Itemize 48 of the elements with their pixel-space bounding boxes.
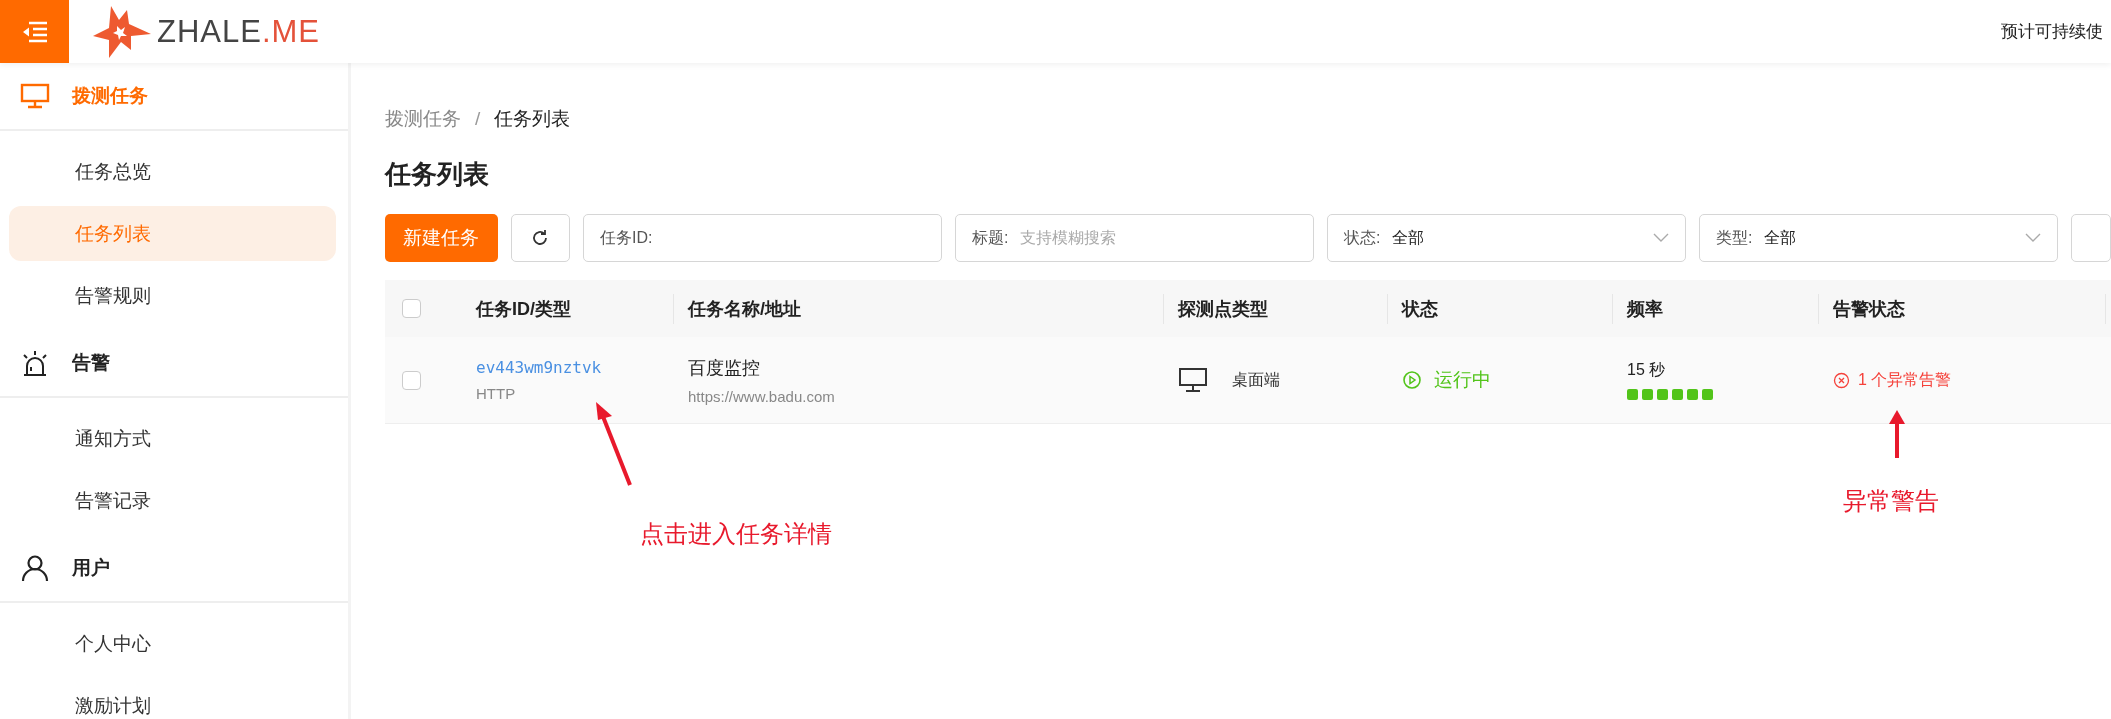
probe-type: 桌面端 (1232, 369, 1280, 390)
sidebar-item[interactable]: 告警记录 (9, 473, 336, 528)
sidebar-item[interactable]: 通知方式 (9, 411, 336, 466)
alarm-status: 1 个异常告警 (1858, 369, 1952, 390)
column-header: 任务名称/地址 (688, 297, 801, 321)
breadcrumb-item[interactable]: 拨测任务 (385, 106, 461, 132)
logo-text: ZHALE.ME (157, 13, 321, 50)
column-header: 任务ID/类型 (476, 297, 571, 321)
sidebar-item[interactable]: 个人中心 (9, 616, 336, 671)
filter-select[interactable]: 类型: 全部 (1699, 214, 2058, 262)
chevron-down-icon (2025, 233, 2041, 243)
checkbox[interactable] (402, 299, 421, 318)
task-name: 百度监控 (688, 356, 760, 380)
column-header: 状态 (1402, 297, 1438, 321)
chevron-down-icon (1653, 233, 1669, 243)
annotation-arrow (1887, 410, 1907, 460)
sidebar-section[interactable]: 告警 (0, 330, 348, 398)
filter-field[interactable]: 任务ID: (583, 214, 942, 262)
filter-field[interactable]: 标题: 支持模糊搜索 (955, 214, 1314, 262)
frequency-text: 15 秒 (1627, 359, 1666, 380)
task-type: HTTP (476, 385, 516, 402)
sidebar-section[interactable]: 用户 (0, 535, 348, 603)
monitor-icon (20, 83, 50, 109)
error-circle-icon (1833, 371, 1850, 389)
alarm-light-icon (20, 349, 50, 377)
sidebar-item[interactable]: 告警规则 (9, 268, 336, 323)
filter-field[interactable] (2071, 214, 2111, 262)
column-header: 频率 (1627, 297, 1663, 321)
menu-button[interactable] (0, 0, 69, 63)
status-text: 运行中 (1434, 368, 1491, 392)
checkbox[interactable] (402, 370, 421, 390)
user-icon (20, 554, 50, 582)
column-header: 探测点类型 (1178, 297, 1268, 321)
breadcrumb-separator: / (475, 108, 481, 130)
annotation-text: 异常警告 (1843, 486, 1939, 516)
sidebar-item[interactable]: 任务总览 (9, 144, 336, 199)
monitor-icon (1178, 367, 1208, 393)
page-title: 任务列表 (385, 158, 490, 191)
play-icon (1402, 370, 1422, 390)
task-url: https://www.badu.com (688, 387, 835, 405)
sidebar-item[interactable]: 激励计划 (9, 678, 336, 719)
filter-select[interactable]: 状态: 全部 (1327, 214, 1686, 262)
refresh-button[interactable] (510, 214, 570, 262)
breadcrumb-item: 任务列表 (494, 107, 571, 131)
column-header: 告警状态 (1833, 297, 1905, 321)
annotation-text: 点击进入任务详情 (640, 519, 832, 549)
usage-text: 预计可持续使 (2001, 21, 2103, 43)
logo-icon (91, 5, 153, 58)
